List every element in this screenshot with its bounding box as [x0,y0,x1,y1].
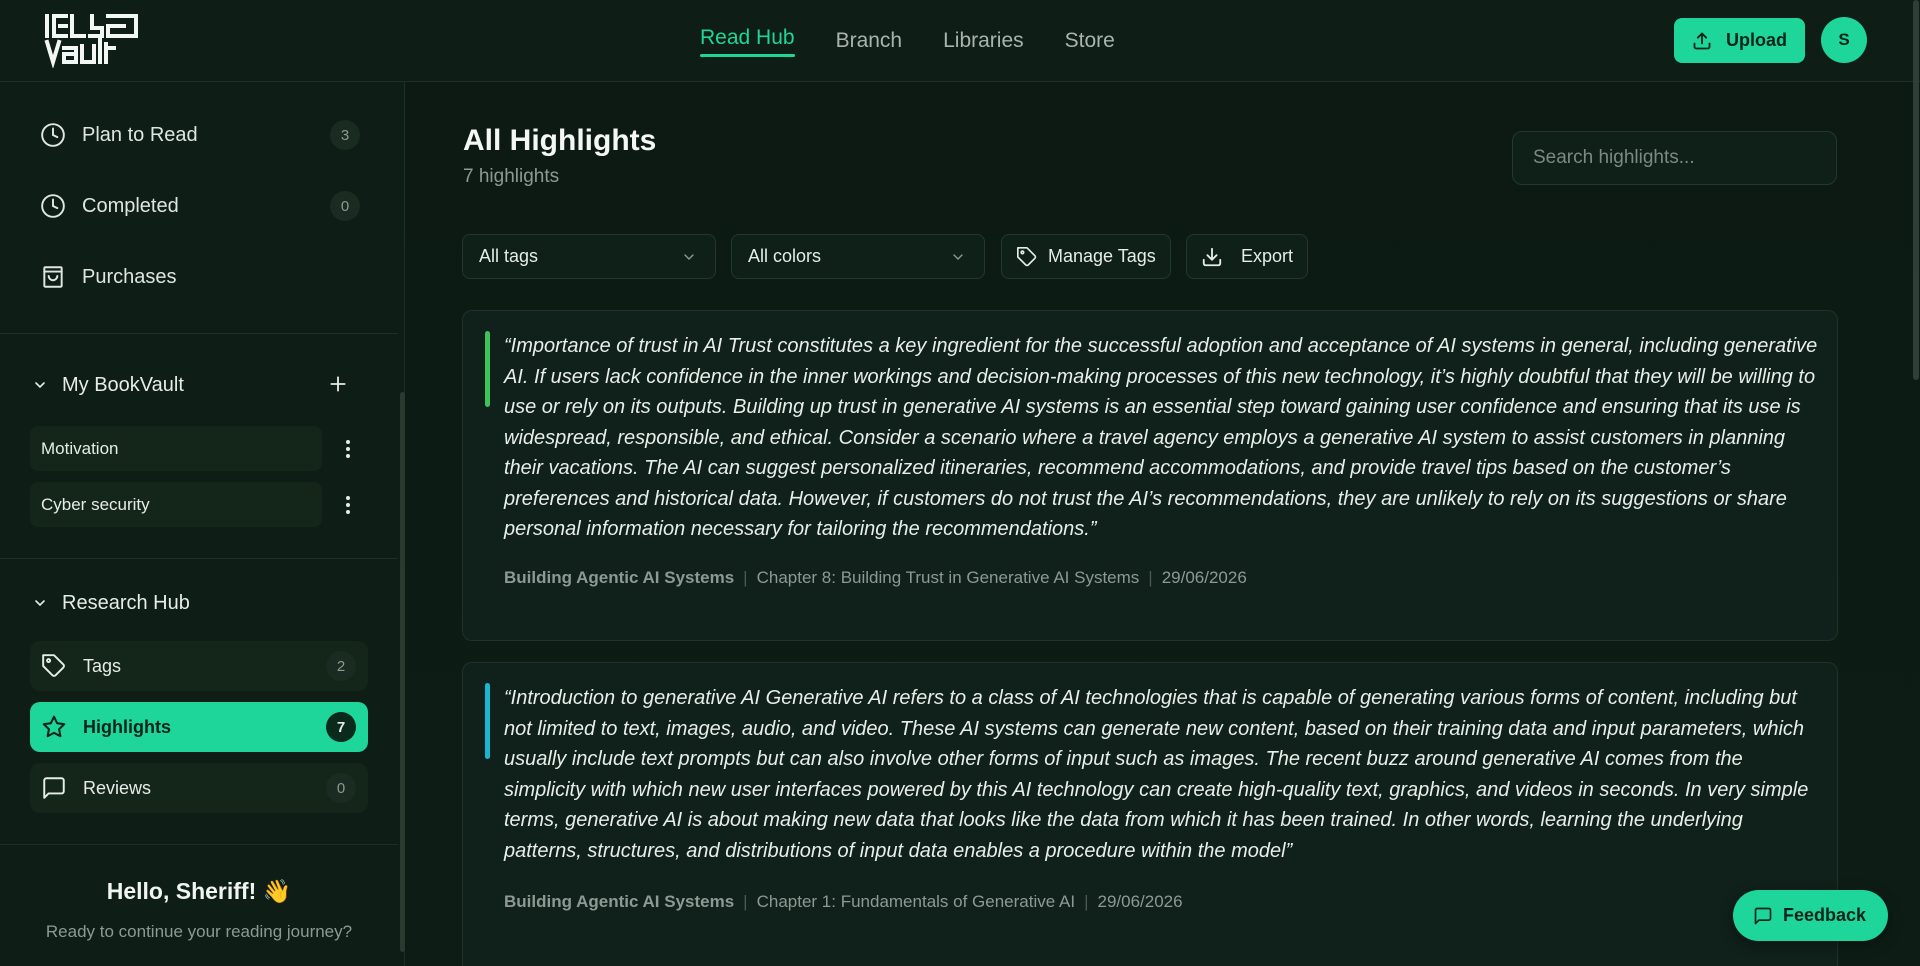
research-hub-header[interactable]: Research Hub [32,587,362,619]
clock-icon [41,123,65,147]
count-badge: 2 [326,651,356,681]
sidebar-divider [0,333,398,334]
section-title: My BookVault [62,373,184,396]
message-square-icon [1754,907,1772,924]
sidebar-item-label: Highlights [83,716,171,737]
tags-filter-select[interactable]: All tags [462,234,716,279]
chevron-down-icon [953,254,963,260]
vault-logo[interactable] [44,14,140,68]
highlight-card[interactable]: “Introduction to generative AI Generativ… [462,662,1838,966]
highlight-meta: Building Agentic AI Systems | Chapter 8:… [504,568,1247,588]
shopping-bag-icon [43,266,63,288]
highlight-color-bar [485,683,490,759]
collection-label: Cyber security [41,494,150,514]
export-button[interactable]: Export [1186,234,1308,279]
sidebar-item-label: Reviews [83,777,152,798]
section-title: Research Hub [62,591,190,614]
collection-motivation[interactable]: Motivation [30,426,322,471]
feedback-button[interactable]: Feedback [1733,890,1888,941]
nav-read-hub[interactable]: Read Hub [700,0,795,79]
count-badge: 0 [326,773,356,803]
sidebar-item-plan-to-read[interactable]: Plan to Read 3 [40,115,360,155]
upload-button[interactable]: Upload [1674,18,1805,63]
export-label: Export [1241,246,1294,266]
sidebar-item-label: Tags [83,655,122,676]
count-badge: 0 [330,191,360,221]
highlight-card[interactable]: “Importance of trust in AI Trust constit… [462,310,1838,641]
chevron-down-icon [684,254,694,260]
highlight-meta: Building Agentic AI Systems | Chapter 1:… [504,892,1183,912]
download-icon [1202,247,1222,266]
greeting-subtitle: Ready to continue your reading journey? [45,922,353,941]
meta-separator: | [1084,892,1089,911]
collection-cyber-security[interactable]: Cyber security [30,482,322,527]
user-avatar[interactable]: S [1821,17,1867,63]
highlight-text: “Introduction to generative AI Generativ… [504,687,1809,862]
colors-filter-select[interactable]: All colors [731,234,985,279]
message-square-icon [43,777,65,799]
meta-separator: | [743,568,748,587]
sidebar-item-label: Plan to Read [82,123,198,146]
sidebar-divider [0,844,398,845]
meta-separator: | [743,892,748,911]
highlight-color-bar [485,331,490,407]
chevron-down-icon [35,600,45,607]
sidebar-item-tags[interactable]: Tags 2 [30,641,368,691]
star-icon [42,715,66,738]
main-nav: Read Hub Branch Libraries Store [700,0,1156,82]
clock-icon [41,194,65,218]
upload-icon [1693,32,1711,49]
page-title: All Highlights [463,124,657,157]
sidebar-item-label: Purchases [82,265,177,288]
book-title[interactable]: Building Agentic AI Systems [504,568,734,588]
manage-tags-button[interactable]: Manage Tags [1001,234,1171,279]
colors-filter-value: All colors [748,246,822,266]
sidebar-divider [0,558,398,559]
highlight-date: 29/06/2026 [1097,892,1183,911]
meta-separator: | [1148,568,1153,587]
highlight-count: 7 highlights [463,166,560,187]
manage-tags-label: Manage Tags [1048,246,1156,266]
top-bar: Read Hub Branch Libraries Store Upload S [0,0,1920,82]
nav-libraries[interactable]: Libraries [943,0,1024,82]
chapter-title: Chapter 1: Fundamentals of Generative AI [756,892,1076,911]
sidebar-item-label: Completed [82,194,179,217]
nav-branch[interactable]: Branch [836,0,903,82]
count-badge: 3 [330,120,360,150]
my-bookvault-header[interactable]: My BookVault [32,369,362,401]
feedback-label: Feedback [1783,905,1867,925]
tags-filter-value: All tags [479,246,539,266]
tag-icon [42,654,65,677]
tag-icon [1017,246,1037,266]
more-options-icon[interactable] [338,482,358,527]
add-collection-icon[interactable] [328,374,348,394]
sidebar-item-purchases[interactable]: Purchases [40,257,360,297]
sidebar-scrollbar[interactable] [400,392,405,952]
count-badge: 7 [326,712,356,742]
chapter-title: Chapter 8: Building Trust in Generative … [756,568,1140,587]
more-options-icon[interactable] [338,426,358,471]
upload-label: Upload [1726,30,1787,50]
main-content: All Highlights 7 highlights All tags All… [406,82,1920,966]
sidebar-item-completed[interactable]: Completed 0 [40,186,360,226]
page-scrollbar-thumb[interactable] [1913,0,1919,380]
book-title[interactable]: Building Agentic AI Systems [504,892,734,912]
page-scrollbar[interactable] [1912,0,1920,966]
chevron-down-icon [35,382,45,389]
sidebar-item-reviews[interactable]: Reviews 0 [30,763,368,813]
sidebar-item-highlights[interactable]: Highlights 7 [30,702,368,752]
collection-label: Motivation [41,438,119,458]
greeting-title: Hello, Sheriff! 👋 [106,878,292,904]
nav-store[interactable]: Store [1065,0,1115,82]
highlight-text: “Importance of trust in AI Trust constit… [504,335,1818,540]
sidebar: Plan to Read 3 Completed 0 Purchases My … [0,82,405,966]
search-input[interactable] [1512,131,1837,185]
highlight-date: 29/06/2026 [1161,568,1247,587]
